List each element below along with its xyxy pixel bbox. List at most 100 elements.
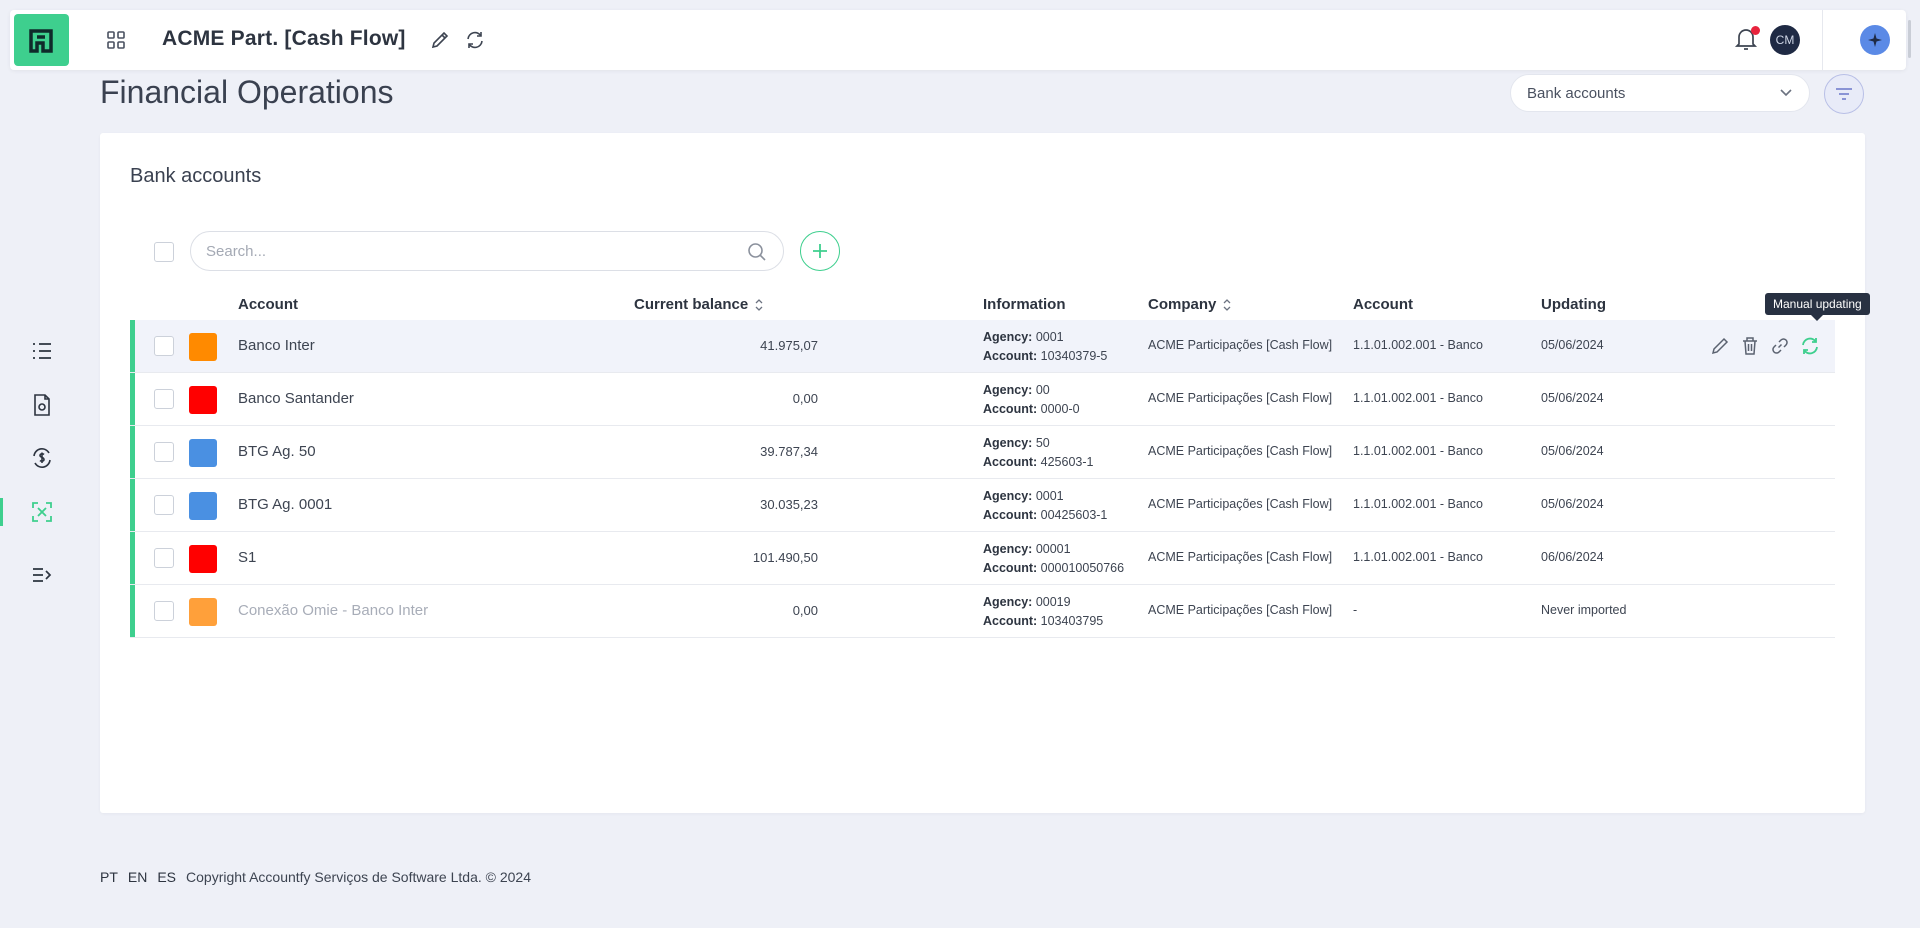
row-status-bar bbox=[130, 479, 135, 531]
row-status-bar bbox=[130, 426, 135, 478]
last-updated: 05/06/2024 bbox=[1541, 497, 1604, 511]
account-color-swatch bbox=[189, 598, 217, 626]
ai-assistant-button[interactable] bbox=[1860, 25, 1890, 55]
user-avatar[interactable]: CM bbox=[1770, 25, 1800, 55]
table-row[interactable]: S1 101.490,50 Agency: 00001 Account: 000… bbox=[130, 532, 1835, 585]
row-checkbox[interactable] bbox=[154, 601, 174, 621]
current-balance: 0,00 bbox=[792, 391, 818, 406]
company-name: ACME Participações [Cash Flow] bbox=[1148, 550, 1333, 564]
plus-icon bbox=[813, 244, 827, 258]
top-bar: ACME Part. [Cash Flow] CM bbox=[10, 10, 1906, 70]
account-name: S1 bbox=[238, 549, 257, 566]
column-header-information: Information bbox=[983, 296, 1066, 313]
account-name: Conexão Omie - Banco Inter bbox=[238, 602, 429, 619]
chevron-down-icon bbox=[1780, 89, 1792, 97]
add-bank-account-button[interactable] bbox=[800, 231, 840, 271]
ledger-account: 1.1.01.002.001 - Banco bbox=[1353, 338, 1483, 352]
row-checkbox[interactable] bbox=[154, 442, 174, 462]
list-icon[interactable] bbox=[28, 337, 56, 365]
manual-updating-tooltip: Manual updating bbox=[1765, 293, 1870, 321]
account-information: Agency: 50 Account: 425603-1 bbox=[983, 436, 1094, 469]
notification-dot bbox=[1751, 26, 1760, 35]
search-icon[interactable] bbox=[746, 241, 768, 263]
table-row[interactable]: Conexão Omie - Banco Inter 0,00 Agency: … bbox=[130, 585, 1835, 638]
account-color-swatch bbox=[189, 439, 217, 467]
row-checkbox[interactable] bbox=[154, 336, 174, 356]
row-checkbox[interactable] bbox=[154, 548, 174, 568]
last-updated: 05/06/2024 bbox=[1541, 338, 1604, 352]
row-status-bar bbox=[130, 532, 135, 584]
column-header-company[interactable]: Company bbox=[1148, 296, 1232, 313]
ledger-account: 1.1.01.002.001 - Banco bbox=[1353, 444, 1483, 458]
account-name: BTG Ag. 0001 bbox=[238, 496, 333, 513]
filter-button[interactable] bbox=[1824, 74, 1864, 114]
language-en-link[interactable]: EN bbox=[128, 869, 147, 885]
view-select-value: Bank accounts bbox=[1527, 84, 1626, 102]
link-icon[interactable] bbox=[1768, 334, 1792, 358]
account-information: Agency: 00 Account: 0000-0 bbox=[983, 383, 1080, 416]
account-name: BTG Ag. 50 bbox=[238, 443, 316, 460]
language-es-link[interactable]: ES bbox=[157, 869, 176, 885]
language-pt-link[interactable]: PT bbox=[100, 869, 118, 885]
table-row[interactable]: BTG Ag. 50 39.787,34 Agency: 50 Account:… bbox=[130, 426, 1835, 479]
ledger-account: - bbox=[1353, 603, 1358, 617]
table-row[interactable]: Banco Santander 0,00 Agency: 00 Account:… bbox=[130, 373, 1835, 426]
sort-icon bbox=[1223, 298, 1231, 311]
logo-icon bbox=[28, 29, 53, 53]
page-title: Financial Operations bbox=[100, 74, 394, 110]
company-title: ACME Part. [Cash Flow] bbox=[162, 27, 406, 50]
column-header-ledger-account: Account bbox=[1353, 296, 1413, 313]
company-name: ACME Participações [Cash Flow] bbox=[1148, 391, 1333, 405]
edit-icon[interactable] bbox=[1708, 334, 1732, 358]
currency-exchange-icon[interactable] bbox=[28, 444, 56, 472]
select-all-checkbox[interactable] bbox=[154, 242, 174, 262]
card-title: Bank accounts bbox=[130, 165, 262, 187]
account-name: Banco Santander bbox=[238, 390, 354, 407]
last-updated: 05/06/2024 bbox=[1541, 444, 1604, 458]
account-information: Agency: 0001 Account: 00425603-1 bbox=[983, 489, 1108, 522]
current-balance: 101.490,50 bbox=[752, 550, 818, 565]
last-updated: 05/06/2024 bbox=[1541, 391, 1604, 405]
account-color-swatch bbox=[189, 333, 217, 361]
row-checkbox[interactable] bbox=[154, 495, 174, 515]
ledger-account: 1.1.01.002.001 - Banco bbox=[1353, 391, 1483, 405]
table-row[interactable]: BTG Ag. 0001 30.035,23 Agency: 0001 Acco… bbox=[130, 479, 1835, 532]
row-status-bar bbox=[130, 585, 135, 637]
sort-icon bbox=[755, 298, 763, 311]
ledger-account: 1.1.01.002.001 - Banco bbox=[1353, 497, 1483, 511]
account-color-swatch bbox=[189, 386, 217, 414]
delete-icon[interactable] bbox=[1738, 334, 1762, 358]
last-updated: Never imported bbox=[1541, 603, 1627, 617]
column-header-updating: Updating bbox=[1541, 296, 1606, 313]
scrollbar[interactable] bbox=[1908, 20, 1911, 58]
report-document-icon[interactable] bbox=[28, 391, 56, 419]
account-color-swatch bbox=[189, 492, 217, 520]
notifications-bell-icon[interactable] bbox=[1734, 26, 1760, 54]
expand-sidebar-icon[interactable] bbox=[28, 561, 56, 589]
company-name: ACME Participações [Cash Flow] bbox=[1148, 338, 1333, 352]
search-input[interactable] bbox=[190, 231, 784, 271]
copyright-text: Copyright Accountfy Serviços de Software… bbox=[186, 869, 531, 885]
sidebar-active-indicator bbox=[0, 498, 3, 526]
table-row[interactable]: Banco Inter 41.975,07 Agency: 0001 Accou… bbox=[130, 320, 1835, 373]
view-select-dropdown[interactable]: Bank accounts bbox=[1510, 74, 1810, 112]
company-name: ACME Participações [Cash Flow] bbox=[1148, 497, 1333, 511]
apps-grid-icon[interactable] bbox=[106, 30, 126, 50]
refresh-company-icon[interactable] bbox=[463, 28, 487, 52]
row-status-bar bbox=[130, 320, 135, 372]
bank-reconciliation-icon[interactable] bbox=[28, 498, 56, 526]
edit-company-icon[interactable] bbox=[428, 28, 452, 52]
current-balance: 0,00 bbox=[792, 603, 818, 618]
row-actions bbox=[1708, 334, 1822, 358]
column-header-account[interactable]: Account bbox=[238, 296, 298, 313]
company-name: ACME Participações [Cash Flow] bbox=[1148, 444, 1333, 458]
app-logo[interactable] bbox=[14, 14, 69, 66]
table-header: Account Current balance Information Comp… bbox=[130, 288, 1835, 320]
manual-update-icon[interactable] bbox=[1798, 334, 1822, 358]
account-name: Banco Inter bbox=[238, 337, 315, 354]
column-header-current-balance[interactable]: Current balance bbox=[634, 296, 764, 313]
row-checkbox[interactable] bbox=[154, 389, 174, 409]
sparkle-icon bbox=[1868, 33, 1882, 47]
ledger-account: 1.1.01.002.001 - Banco bbox=[1353, 550, 1483, 564]
company-name: ACME Participações [Cash Flow] bbox=[1148, 603, 1333, 617]
